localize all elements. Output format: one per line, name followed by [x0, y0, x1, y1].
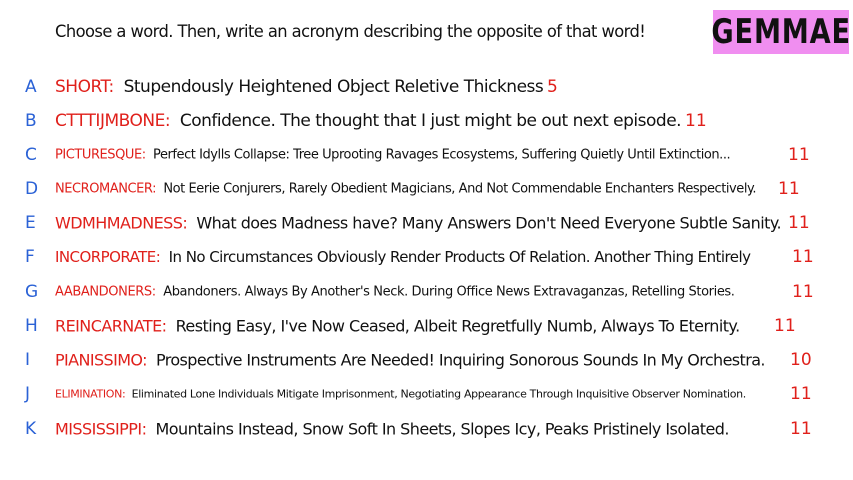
- list-item: C PICTURESQUE: Perfect Idylls Collapse: …: [0, 143, 853, 167]
- row-word: PIANISSIMO: [55, 350, 143, 370]
- row-word: MISSISSIPPI: [55, 419, 142, 439]
- row-word: PICTURESQUE: [55, 147, 142, 163]
- row-word: AABANDONERS: [55, 284, 152, 300]
- prompt-text: Choose a word. Then, write an acronym de…: [55, 22, 646, 42]
- row-count: 11: [774, 316, 796, 336]
- row-letter: G: [25, 282, 39, 302]
- badge-label: GEMMAE: [711, 12, 851, 52]
- list-item: G AABANDONERS: Abandoners. Always By Ano…: [0, 280, 853, 304]
- row-word: REINCARNATE: [55, 316, 162, 336]
- row-line: REINCARNATE: Resting Easy, I've Now Ceas…: [55, 317, 740, 336]
- row-count: 11: [788, 145, 810, 165]
- row-letter: A: [25, 77, 37, 97]
- row-acronym: Perfect Idylls Collapse: Tree Uprooting …: [153, 147, 731, 163]
- row-acronym: Resting Easy, I've Now Ceased, Albeit Re…: [175, 316, 741, 336]
- row-word: ELIMINATION: [55, 387, 122, 401]
- row-count: 11: [790, 419, 812, 439]
- row-count: 11: [685, 111, 707, 131]
- row-word: CTTTIJMBONE: [55, 111, 165, 131]
- row-letter: H: [25, 316, 38, 336]
- row-line: PICTURESQUE: Perfect Idylls Collapse: Tr…: [55, 147, 731, 163]
- list-item: A SHORT: Stupendously Heightened Object …: [0, 75, 853, 99]
- row-letter: F: [25, 247, 35, 267]
- list-item: J ELIMINATION: Eliminated Lone Individua…: [0, 382, 853, 406]
- row-line: SHORT: Stupendously Heightened Object Re…: [55, 77, 544, 97]
- row-line: WDMHMADNESS: What does Madness have? Man…: [55, 213, 782, 233]
- row-acronym: Mountains Instead, Snow Soft In Sheets, …: [155, 419, 729, 439]
- row-letter: D: [25, 179, 39, 199]
- list-item: H REINCARNATE: Resting Easy, I've Now Ce…: [0, 314, 853, 338]
- row-letter: J: [25, 384, 31, 404]
- list-item: I PIANISSIMO: Prospective Instruments Ar…: [0, 348, 853, 372]
- row-line: PIANISSIMO: Prospective Instruments Are …: [55, 351, 765, 370]
- row-acronym: Not Eerie Conjurers, Rarely Obedient Mag…: [163, 181, 757, 197]
- row-count: 5: [547, 77, 558, 97]
- row-word: NECROMANCER: [55, 181, 153, 197]
- row-acronym: Confidence. The thought that I just migh…: [179, 111, 682, 131]
- list-item: E WDMHMADNESS: What does Madness have? M…: [0, 211, 853, 235]
- row-acronym: Eliminated Lone Individuals Mitigate Imp…: [131, 387, 747, 401]
- row-acronym: Prospective Instruments Are Needed! Inqu…: [155, 350, 766, 370]
- list-item: F INCORPORATE: In No Circumstances Obvio…: [0, 245, 853, 269]
- row-letter: K: [25, 419, 37, 439]
- row-line: INCORPORATE: In No Circumstances Obvious…: [55, 248, 751, 266]
- row-line: NECROMANCER: Not Eerie Conjurers, Rarely…: [55, 181, 757, 197]
- row-count: 11: [792, 247, 814, 267]
- row-count: 10: [790, 350, 812, 370]
- list-item: D NECROMANCER: Not Eerie Conjurers, Rare…: [0, 177, 853, 201]
- row-word: SHORT: [55, 77, 109, 97]
- list-item: B CTTTIJMBONE: Confidence. The thought t…: [0, 109, 853, 133]
- row-acronym: In No Circumstances Obviously Render Pro…: [168, 248, 751, 266]
- row-count: 11: [788, 213, 810, 233]
- row-line: CTTTIJMBONE: Confidence. The thought tha…: [55, 111, 682, 131]
- row-word: INCORPORATE: [55, 248, 156, 266]
- row-letter: E: [25, 213, 36, 233]
- row-count: 11: [790, 384, 812, 404]
- row-line: AABANDONERS: Abandoners. Always By Anoth…: [55, 285, 735, 300]
- row-count: 11: [792, 282, 814, 302]
- row-line: MISSISSIPPI: Mountains Instead, Snow Sof…: [55, 420, 729, 439]
- row-letter: C: [25, 145, 37, 165]
- row-word: WDMHMADNESS: [55, 213, 183, 233]
- row-acronym: Abandoners. Always By Another's Neck. Du…: [163, 284, 735, 300]
- row-letter: B: [25, 111, 37, 131]
- row-acronym: What does Madness have? Many Answers Don…: [196, 213, 782, 233]
- row-acronym: Stupendously Heightened Object Reletive …: [123, 77, 544, 97]
- list-item: K MISSISSIPPI: Mountains Instead, Snow S…: [0, 417, 853, 441]
- row-line: ELIMINATION: Eliminated Lone Individuals…: [55, 388, 746, 401]
- row-letter: I: [25, 350, 31, 370]
- row-count: 11: [778, 179, 800, 199]
- gemmae-badge: GEMMAE: [711, 10, 851, 54]
